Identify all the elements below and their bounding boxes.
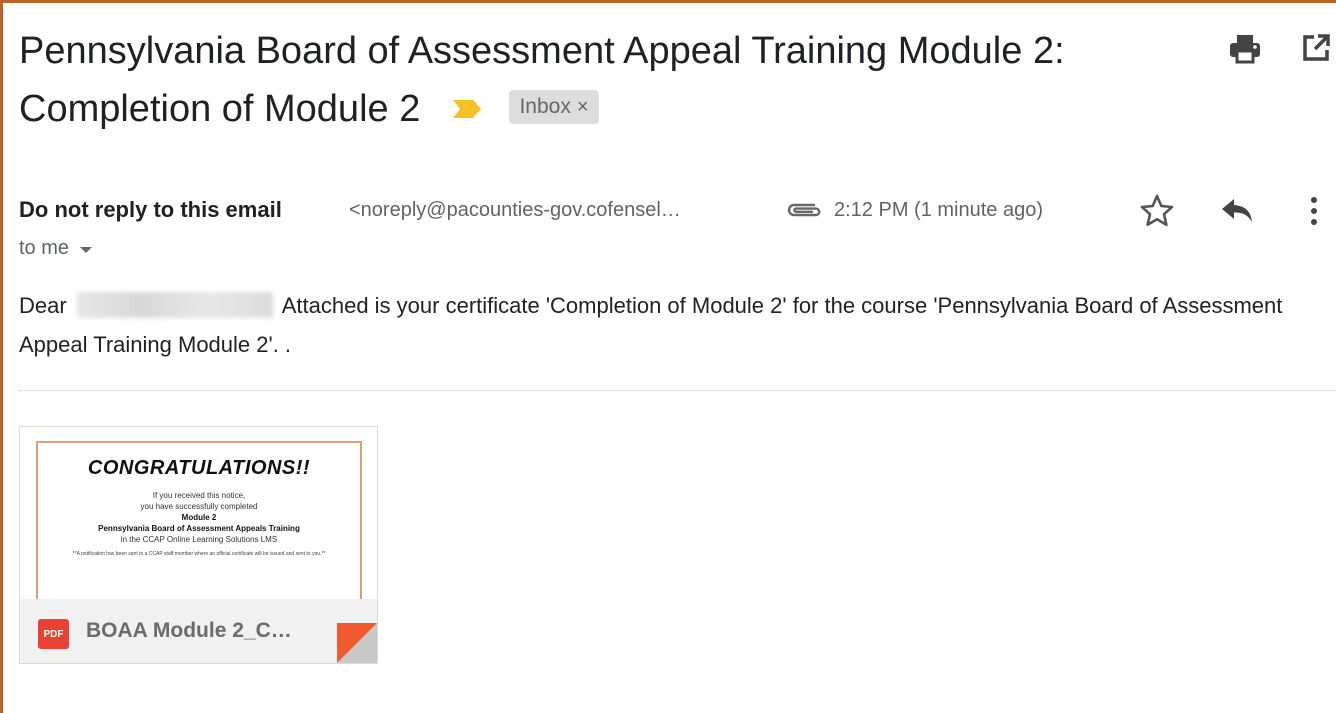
paperclip-icon [784,199,824,226]
sender-email: <noreply@pacounties-gov.cofensel… [349,199,681,221]
email-subject: Pennsylvania Board of Assessment Appeal … [19,22,1199,138]
email-time: 2:12 PM (1 minute ago) [834,199,1043,221]
certificate-line: If you received this notice, [152,491,246,500]
pdf-icon: PDF [38,619,69,649]
attachment-preview[interactable]: CONGRATULATIONS!! If you received this n… [20,427,377,599]
file-corner-icon [337,623,377,663]
attachment-footer[interactable]: PDF BOAA Module 2_C… [20,599,377,663]
caret-down-icon[interactable] [79,237,93,260]
sender-row: Do not reply to this email <noreply@paco… [19,193,1329,229]
attachment-card[interactable]: CONGRATULATIONS!! If you received this n… [19,426,378,664]
certificate-line: in the CCAP Online Learning Solutions LM… [120,535,278,544]
open-in-new-window-icon[interactable] [1298,30,1334,66]
attachments-divider [19,390,1335,391]
inbox-label-chip[interactable]: Inbox × [509,89,599,124]
more-vert-icon[interactable] [1306,195,1322,232]
certificate-preview: CONGRATULATIONS!! If you received this n… [36,441,362,599]
certificate-line: you have successfully completed [140,502,258,511]
recipients-text: to me [19,237,70,259]
print-icon[interactable] [1227,30,1263,66]
inbox-label-text: Inbox [519,94,571,118]
certificate-note: **A notification has been sent to a CCAP… [72,551,326,557]
star-icon[interactable] [1139,193,1175,232]
certificate-course: Pennsylvania Board of Assessment Appeals… [98,524,300,533]
certificate-module: Module 2 [181,513,217,522]
certificate-title: CONGRATULATIONS!! [87,457,311,479]
label-important-icon[interactable] [451,79,483,137]
recipients-toggle[interactable]: to me [19,237,93,260]
reply-icon[interactable] [1219,195,1255,230]
remove-label-button[interactable]: × [577,96,589,118]
sender-name[interactable]: Do not reply to this email [19,197,282,223]
email-body: Dear Attached is your certificate 'Compl… [19,286,1319,364]
attachment-filename: BOAA Module 2_C… [86,619,292,642]
redacted-name [76,292,273,318]
greeting-text: Dear [19,293,67,318]
